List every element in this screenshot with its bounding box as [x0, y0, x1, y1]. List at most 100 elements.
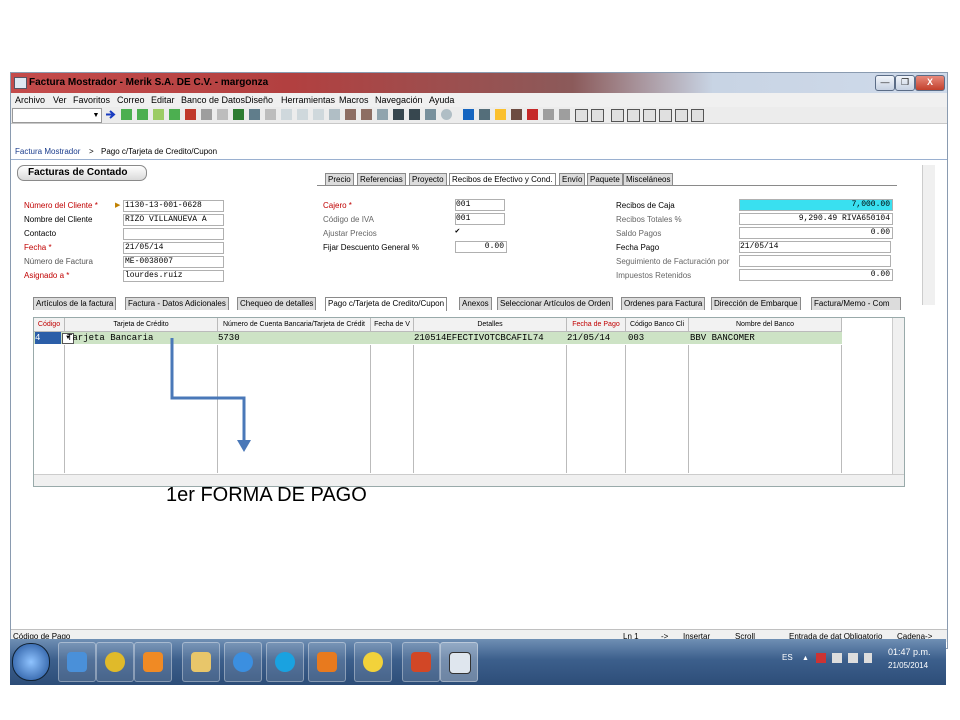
taskbar-app-chrome[interactable] — [96, 642, 134, 682]
taskbar-app-outlook[interactable] — [308, 642, 346, 682]
taskbar-app-erp[interactable] — [440, 642, 478, 682]
taskbar-app-media[interactable] — [134, 642, 172, 682]
col-header-codigo-banco[interactable]: Código Banco Cli — [626, 318, 689, 332]
clock-date[interactable]: 21/05/2014 — [888, 661, 928, 670]
network-tray-icon[interactable] — [864, 653, 872, 663]
new-icon[interactable] — [121, 109, 132, 120]
macro-5-icon[interactable] — [675, 109, 688, 122]
display-icon[interactable] — [832, 653, 842, 663]
clipboard-icon[interactable] — [345, 109, 356, 120]
paste-icon[interactable] — [361, 109, 372, 120]
tab-paquete[interactable]: Paquete — [587, 173, 623, 185]
grid-vertical-scrollbar[interactable] — [892, 318, 904, 474]
tab-factura-memo[interactable]: Factura/Memo - Com — [811, 297, 901, 310]
menu-archivo[interactable]: Archivo — [15, 95, 45, 105]
tab-envio[interactable]: Envío — [559, 173, 586, 185]
list-icon[interactable] — [559, 109, 570, 120]
macro-3-icon[interactable] — [643, 109, 656, 122]
tab-chequeo[interactable]: Chequeo de detalles — [237, 297, 317, 310]
assigned-to-field[interactable]: lourdes.ruiz — [123, 270, 224, 282]
adjust-prices-checkbox[interactable]: ✔ — [455, 227, 503, 237]
col-header-fecha-v[interactable]: Fecha de V — [371, 318, 414, 332]
new-line-icon[interactable] — [169, 109, 180, 120]
macro-4-icon[interactable] — [659, 109, 672, 122]
tools-icon[interactable] — [511, 109, 522, 120]
close-button[interactable]: X — [915, 75, 945, 91]
form-icon[interactable] — [575, 109, 588, 122]
attach-icon[interactable] — [297, 109, 308, 120]
tab-datos-adicionales[interactable]: Factura - Datos Adicionales — [125, 297, 229, 310]
macro-6-icon[interactable] — [691, 109, 704, 122]
tray-expand-icon[interactable]: ▲ — [802, 655, 809, 662]
menu-ver[interactable]: Ver — [53, 95, 67, 105]
tab-ordenes-factura[interactable]: Ordenes para Factura — [621, 297, 706, 310]
taskbar-app-powerpoint[interactable] — [402, 642, 440, 682]
menu-macros[interactable]: Macros — [339, 95, 369, 105]
col-header-codigo[interactable]: Código — [34, 318, 65, 332]
taskbar-app-explorer[interactable] — [182, 642, 220, 682]
total-receipts-field[interactable]: 9,290.49 RIVA650104 — [739, 213, 893, 225]
save-icon[interactable] — [233, 109, 244, 120]
tab-proyecto[interactable]: Proyecto — [409, 173, 447, 185]
find-next-icon[interactable] — [409, 109, 420, 120]
form-alt-icon[interactable] — [591, 109, 604, 122]
go-arrow-icon[interactable] — [105, 109, 116, 120]
search-icon[interactable] — [441, 109, 452, 120]
menu-ayuda[interactable]: Ayuda — [429, 95, 454, 105]
row-fecha-pago-cell[interactable]: 21/05/14 — [567, 332, 625, 344]
maximize-button[interactable]: ❐ — [895, 75, 915, 91]
invoice-number-field[interactable]: ME-0038007 — [123, 256, 224, 268]
discount-field[interactable]: 0.00 — [455, 241, 507, 253]
report-icon[interactable] — [329, 109, 340, 120]
menu-diseno[interactable]: Diseño — [245, 95, 273, 105]
date-field[interactable]: 21/05/14 — [123, 242, 224, 254]
taskbar-app-network[interactable] — [58, 642, 96, 682]
taskbar-app-skype[interactable] — [266, 642, 304, 682]
tab-direccion-embarque[interactable]: Dirección de Embarque — [711, 297, 801, 310]
tab-seleccionar-articulos[interactable]: Seleccionar Artículos de Orden — [497, 297, 614, 310]
toolbar-combo[interactable]: ▼ — [12, 108, 102, 123]
taskbar-app-clock[interactable] — [354, 642, 392, 682]
tab-articulos[interactable]: Artículos de la factura — [33, 297, 117, 310]
edit-icon[interactable] — [495, 109, 506, 120]
tab-referencias[interactable]: Referencias — [357, 173, 406, 185]
grid-horizontal-scrollbar[interactable] — [34, 474, 904, 486]
tab-anexos[interactable]: Anexos — [459, 297, 492, 310]
tab-precio[interactable]: Precio — [325, 173, 354, 185]
menu-herramientas[interactable]: Herramientas — [281, 95, 335, 105]
action-center-icon[interactable] — [816, 653, 826, 663]
tab-pago-tarjeta[interactable]: Pago c/Tarjeta de Credito/Cupon — [325, 297, 448, 311]
menu-editar[interactable]: Editar — [151, 95, 175, 105]
flag-icon[interactable] — [527, 109, 538, 120]
contact-field[interactable] — [123, 228, 224, 240]
row-detalles-cell[interactable]: 210514EFECTIVOTCBCAFIL74 — [414, 332, 566, 344]
menu-correo[interactable]: Correo — [117, 95, 145, 105]
minimize-button[interactable]: — — [875, 75, 895, 91]
cash-receipts-field[interactable]: 7,000.00 — [739, 199, 893, 211]
row-banco-cell[interactable]: BBV BANCOMER — [690, 332, 840, 344]
client-number-field[interactable]: 1130-13-001-0628 — [123, 200, 224, 212]
new-copy-icon[interactable] — [137, 109, 148, 120]
col-header-fecha-pago[interactable]: Fecha de Pago — [567, 318, 626, 332]
row-codigo-banco-cell[interactable]: 003 — [628, 332, 688, 344]
start-button[interactable] — [12, 643, 50, 681]
row-fecha-v-cell[interactable] — [371, 332, 413, 344]
client-name-field[interactable]: RIZO VILLANUEVA A — [123, 214, 224, 226]
billing-tracking-field[interactable] — [739, 255, 891, 267]
payment-balance-field[interactable]: 0.00 — [739, 227, 893, 239]
document-icon[interactable] — [249, 109, 260, 120]
menu-favoritos[interactable]: Favoritos — [73, 95, 110, 105]
print-icon[interactable] — [265, 109, 276, 120]
breadcrumb-root[interactable]: Factura Mostrador — [15, 147, 80, 156]
cashier-field[interactable]: 001 — [455, 199, 505, 211]
check-icon[interactable] — [281, 109, 292, 120]
menu-banco-de-datos[interactable]: Banco de Datos — [181, 95, 245, 105]
clock-time[interactable]: 01:47 p.m. — [888, 647, 931, 657]
form-scrollbar[interactable] — [922, 165, 935, 305]
tab-miscelaneos[interactable]: Misceláneos — [623, 173, 674, 185]
row-codigo-cell[interactable]: 4 — [35, 332, 61, 344]
binoculars-icon[interactable] — [393, 109, 404, 120]
menu-navegacion[interactable]: Navegación — [375, 95, 423, 105]
language-indicator[interactable]: ES — [782, 653, 793, 662]
payment-date-field[interactable]: 21/05/14 — [739, 241, 891, 253]
